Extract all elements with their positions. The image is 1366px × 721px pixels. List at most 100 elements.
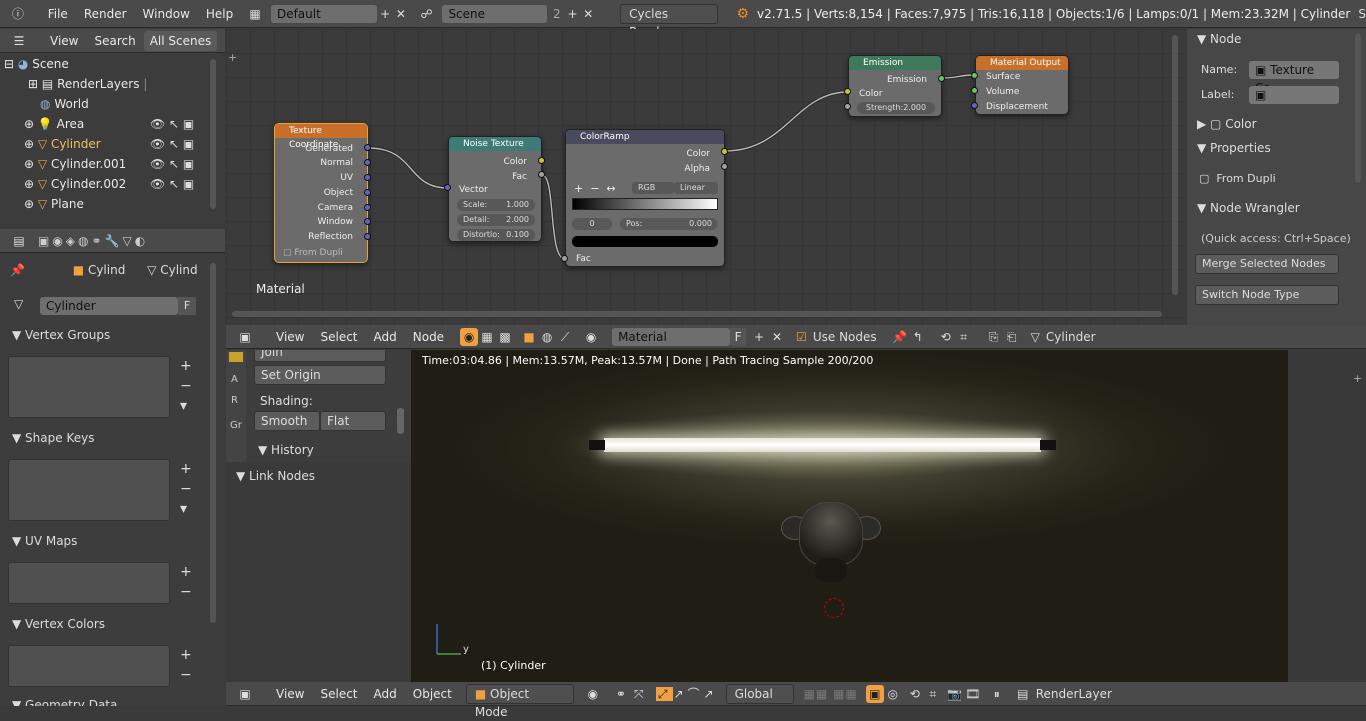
scale-field[interactable]: Scale: 1.000 <box>457 199 535 211</box>
object-shader-icon[interactable]: ■ <box>520 328 538 346</box>
mesh-data-icon[interactable]: ▽ <box>14 297 23 311</box>
uv-map-buttons[interactable]: + − <box>180 562 192 602</box>
output-socket[interactable] <box>938 75 945 82</box>
layer-grid[interactable]: ▦▦ ▦▦ <box>804 687 858 701</box>
collapse-icon[interactable]: ⊟ <box>4 57 14 71</box>
outliner-scope[interactable]: All Scenes <box>143 30 218 51</box>
color-ramp-node[interactable]: ColorRamp Color Alpha + − ↔ RGB Linear 0… <box>565 129 725 267</box>
node-editor-hscrollbar[interactable] <box>232 311 1162 317</box>
vertex-groups-header[interactable]: ▼ Vertex Groups <box>12 328 110 342</box>
output-socket[interactable] <box>364 174 371 181</box>
manipulator-icon[interactable]: ⤧ <box>630 685 648 703</box>
snap-target-icon[interactable]: ⌗ <box>924 685 942 703</box>
add-layout-icon[interactable]: + <box>377 5 393 23</box>
node-wrangler-header[interactable]: ▼ Node Wrangler <box>1197 201 1300 215</box>
eye-icon[interactable]: 👁 ↖ ▣ <box>150 174 210 194</box>
copy-nodes-icon[interactable]: ⎘ <box>985 328 1003 346</box>
detail-field[interactable]: Detail: 2.000 <box>457 214 535 226</box>
menu-window[interactable]: Window <box>135 7 198 21</box>
output-socket[interactable] <box>538 171 545 178</box>
input-socket[interactable] <box>971 87 978 94</box>
parent-node-icon[interactable]: ↰ <box>909 328 927 346</box>
paste-nodes-icon[interactable]: ⎗ <box>1003 328 1021 346</box>
tool-shelf-tabs[interactable]: A R Gr <box>226 350 246 462</box>
expand-icon[interactable]: ⊕ <box>24 197 34 211</box>
link-nodes-header[interactable]: ▼ Link Nodes <box>236 469 315 483</box>
menu-render[interactable]: Render <box>76 7 135 21</box>
shape-keys-list[interactable] <box>8 459 170 521</box>
fake-user-button[interactable]: F <box>178 297 196 315</box>
flat-button[interactable]: Flat <box>320 411 386 431</box>
scene-field[interactable]: Scene <box>442 4 548 23</box>
node-header[interactable]: Material Output <box>976 56 1068 70</box>
node-select-menu[interactable]: Select <box>312 330 365 344</box>
lock-layer-icon[interactable]: ▣ <box>865 684 884 703</box>
properties-scrollbar[interactable] <box>210 263 216 623</box>
output-socket[interactable] <box>364 204 371 211</box>
view3d-select-menu[interactable]: Select <box>312 687 365 701</box>
outliner-item[interactable]: ⊕ ▽ Plane <box>24 194 84 214</box>
layout-field[interactable]: Default <box>270 4 378 23</box>
shader-tree-icon[interactable]: ◉ <box>460 327 479 346</box>
ramp-mode-dropdown[interactable]: RGB <box>632 182 674 194</box>
input-socket[interactable] <box>844 103 851 110</box>
pivot-icon[interactable]: ⚭ <box>612 685 630 703</box>
output-socket[interactable] <box>721 148 728 155</box>
join-button[interactable]: Join <box>254 350 386 362</box>
output-socket[interactable] <box>721 163 728 170</box>
view3d-view-menu[interactable]: View <box>268 687 312 701</box>
uv-maps-list[interactable] <box>8 562 170 604</box>
outliner-editor-icon[interactable]: ☰ <box>10 32 28 50</box>
node-editor[interactable]: + Texture Coordinate Generated Normal UV… <box>226 29 1186 325</box>
tab-r[interactable]: R <box>226 385 246 406</box>
vertex-group-buttons[interactable]: + − ▾ <box>180 356 192 416</box>
orientation-dropdown[interactable]: Global <box>725 683 794 704</box>
unlink-material-icon[interactable]: ✕ <box>768 328 786 346</box>
color-ramp-gradient[interactable] <box>572 198 718 210</box>
opengl-render-icon[interactable]: 📷 <box>946 685 964 703</box>
outliner-item[interactable]: ⊕ 💡 Area <box>24 114 84 134</box>
menu-file[interactable]: File <box>40 7 76 21</box>
merge-selected-nodes-button[interactable]: Merge Selected Nodes <box>1195 254 1339 274</box>
remove-layout-icon[interactable]: ✕ <box>393 5 409 23</box>
outliner-item[interactable]: ⊞ ▤ RenderLayers | <box>28 74 147 94</box>
tab-gr[interactable]: Gr <box>226 406 246 431</box>
render-area[interactable]: Time:03:04.86 | Mem:13.57M, Peak:13.57M … <box>411 350 1288 682</box>
pin-icon[interactable]: 📌 <box>891 328 909 346</box>
render-layer-label[interactable]: RenderLayer <box>1036 687 1112 701</box>
outliner-item[interactable]: ⊕ ▽ Cylinder.001 <box>24 154 126 174</box>
viewport-plus-icon[interactable]: + <box>1353 372 1362 385</box>
3d-cursor[interactable] <box>824 598 844 618</box>
shading-mode-icon[interactable]: ◉ <box>584 685 602 703</box>
node-editor-type-icon[interactable]: ▣ <box>236 328 254 346</box>
info-editor-icon[interactable]: ⓘ <box>10 5 26 23</box>
texture-tree-icon[interactable]: ▦ <box>478 328 496 346</box>
node-name-field[interactable]: ▣ Texture Co... <box>1249 61 1339 95</box>
ramp-index-field[interactable]: 0 <box>572 218 612 230</box>
mode-dropdown[interactable]: ■ Object Mode <box>465 683 574 719</box>
expand-icon[interactable]: ⊕ <box>24 157 34 171</box>
distortion-field[interactable]: Distortio: 0.100 <box>457 229 535 241</box>
vertex-groups-list[interactable] <box>8 356 170 418</box>
world-shader-icon[interactable]: ◍ <box>538 328 556 346</box>
ramp-color-swatch[interactable] <box>572 236 718 247</box>
new-material-icon[interactable]: + <box>750 328 768 346</box>
eye-icon[interactable]: 👁 ↖ ▣ <box>150 134 210 154</box>
node-header[interactable]: Texture Coordinate <box>275 124 367 150</box>
texture-coordinate-node[interactable]: Texture Coordinate Generated Normal UV O… <box>274 123 368 263</box>
eye-icon[interactable]: 👁 ↖ ▣ <box>150 114 210 134</box>
node-view-menu[interactable]: View <box>268 330 312 344</box>
outliner-item[interactable]: ⊟ ◕ Scene <box>4 54 69 74</box>
smooth-button[interactable]: Smooth <box>254 411 320 431</box>
input-socket[interactable] <box>971 102 978 109</box>
shape-keys-header[interactable]: ▼ Shape Keys <box>12 431 94 445</box>
render-engine-dropdown[interactable]: Cycles Render <box>620 3 719 39</box>
material-fake-user[interactable]: F <box>730 327 747 346</box>
expand-icon[interactable]: ⊕ <box>24 177 34 191</box>
scene-icon[interactable]: ☍ <box>419 5 435 23</box>
switch-node-type-button[interactable]: Switch Node Type <box>1195 285 1339 305</box>
snap-icon[interactable]: ⟲ <box>937 328 955 346</box>
node-panel-header[interactable]: ▼ Node <box>1197 32 1241 46</box>
node-node-menu[interactable]: Node <box>405 330 452 344</box>
add-scene-icon[interactable]: + <box>565 5 581 23</box>
